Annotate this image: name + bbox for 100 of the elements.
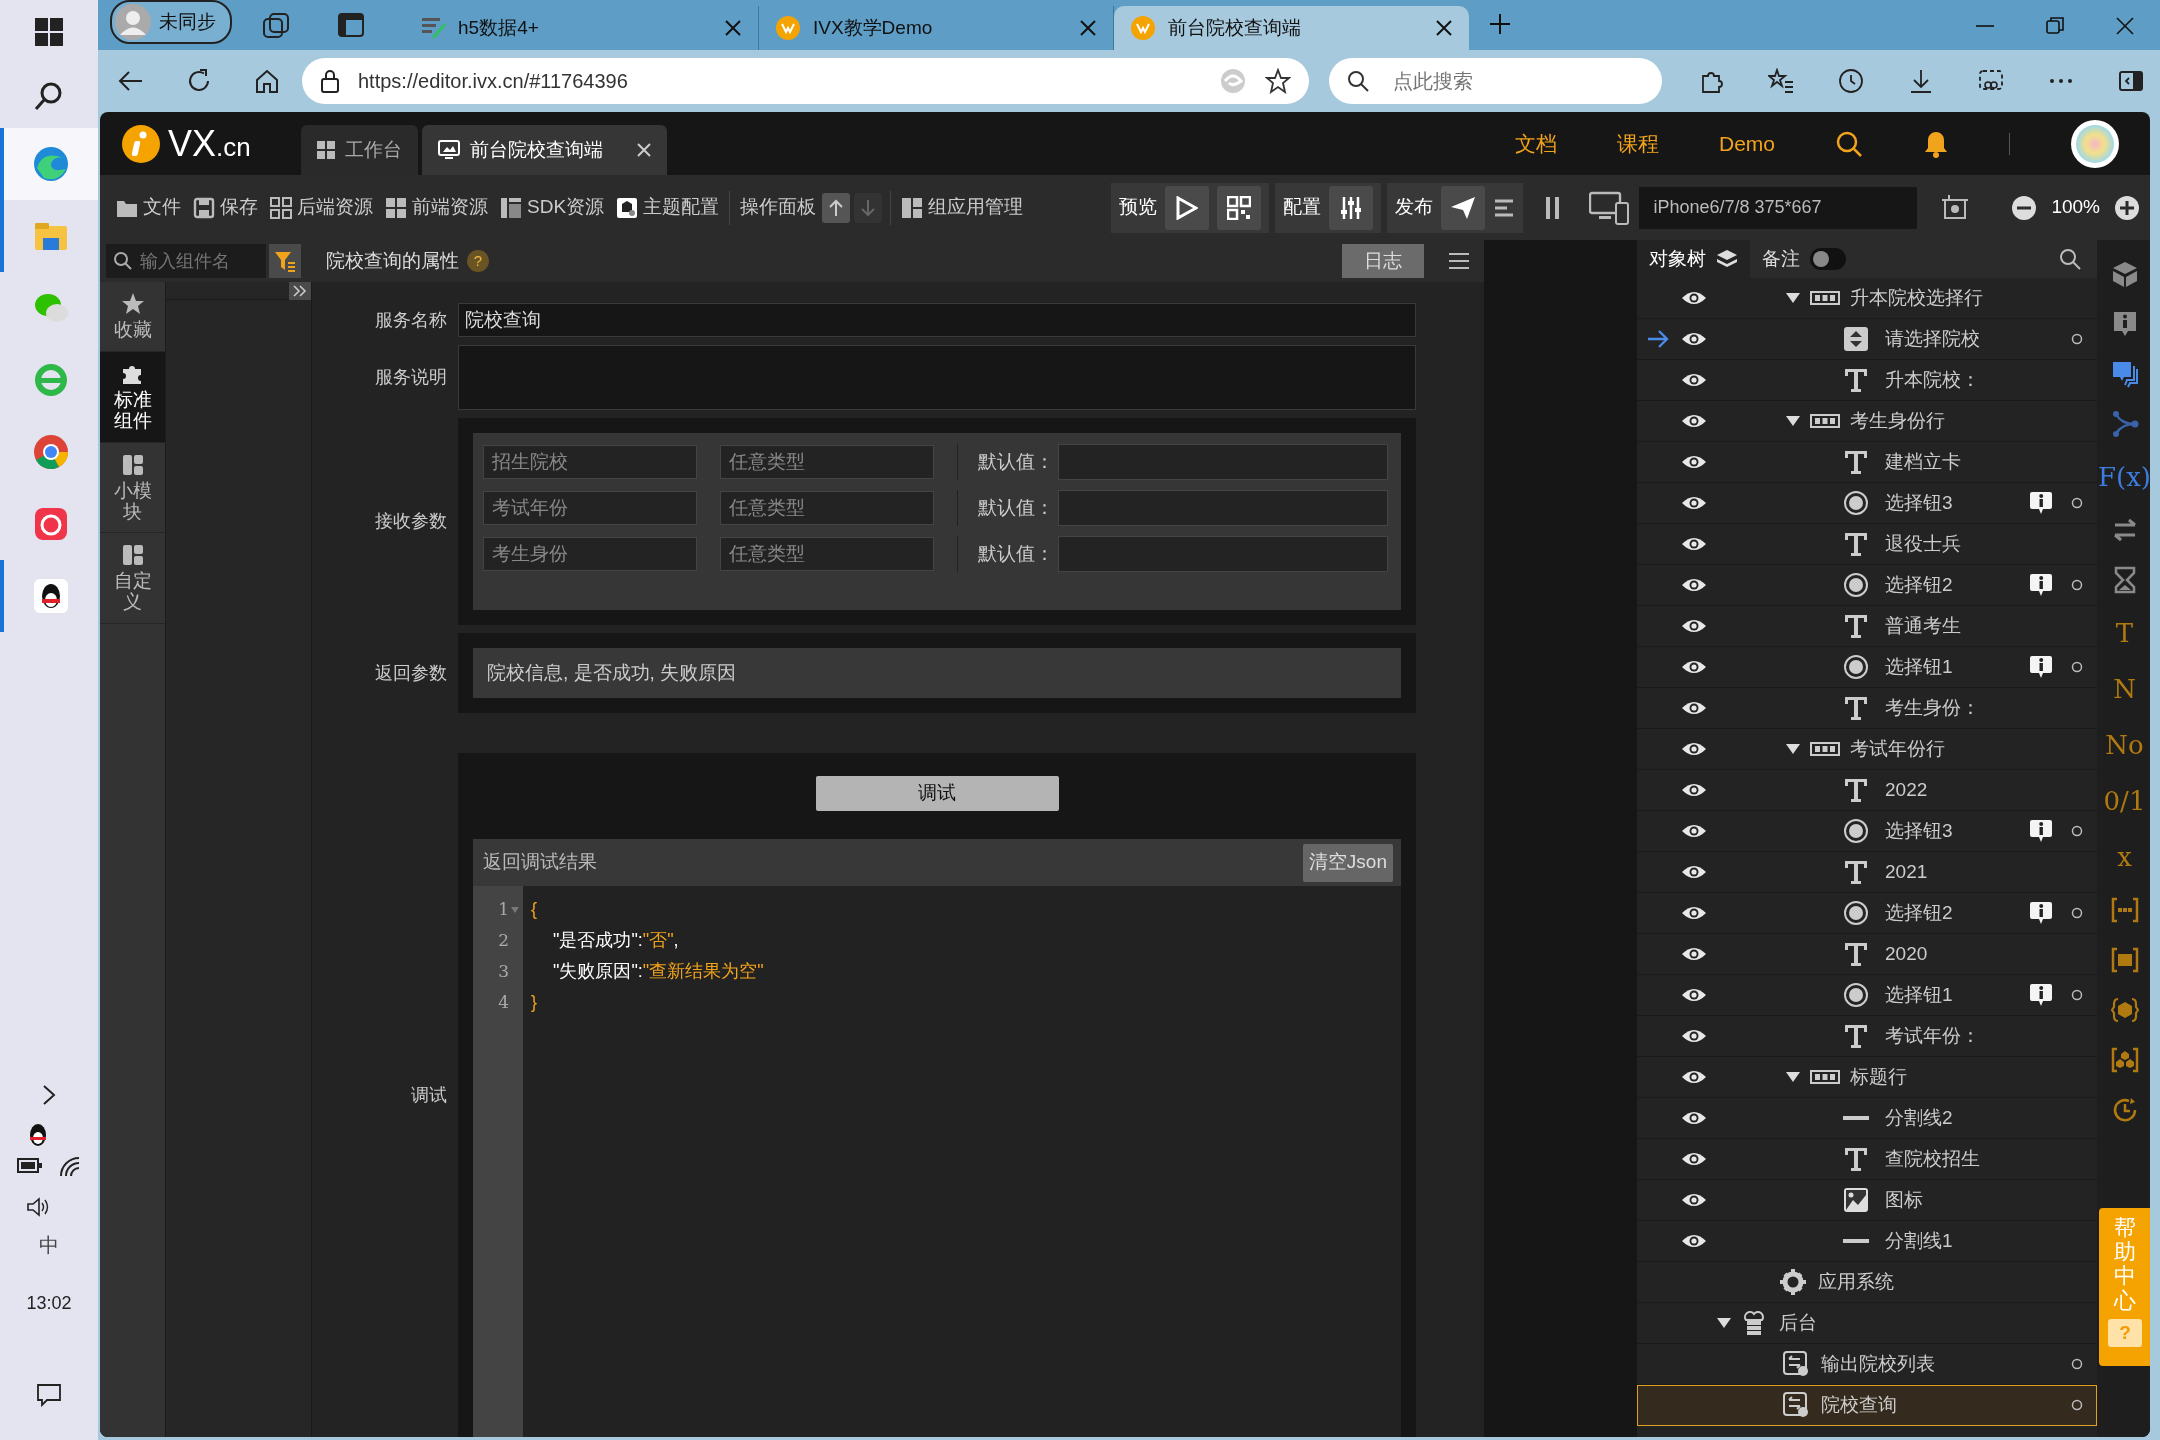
param-name-field[interactable]: 考试年份 bbox=[483, 491, 697, 525]
search-icon[interactable] bbox=[1835, 129, 1863, 158]
bell-icon[interactable] bbox=[1923, 129, 1949, 158]
restore-icon[interactable] bbox=[2045, 16, 2065, 36]
tree-row[interactable]: 考生身份行 bbox=[1637, 401, 2097, 442]
penguin-icon[interactable] bbox=[27, 1122, 49, 1148]
tree-row[interactable]: 建档立卡 bbox=[1637, 442, 2097, 483]
collections-icon[interactable] bbox=[262, 12, 290, 38]
eye-icon[interactable] bbox=[1681, 1028, 1707, 1044]
tree-row[interactable]: 2022 bbox=[1637, 770, 2097, 811]
play-button[interactable] bbox=[1165, 185, 1210, 230]
tree-row[interactable]: 考生身份： bbox=[1637, 688, 2097, 729]
notification-icon[interactable] bbox=[36, 1383, 62, 1407]
toolbar-button[interactable]: SDK资源 bbox=[494, 193, 611, 222]
tree-row[interactable]: 图标 bbox=[1637, 1180, 2097, 1221]
tree-row[interactable]: 考试年份： bbox=[1637, 1016, 2097, 1057]
status-ring-icon[interactable] bbox=[2071, 579, 2083, 591]
log-button[interactable]: 日志 bbox=[1342, 244, 1424, 278]
eye-icon[interactable] bbox=[1681, 454, 1707, 470]
eye-icon[interactable] bbox=[1681, 413, 1707, 429]
eye-icon[interactable] bbox=[1681, 987, 1707, 1003]
default-value-field[interactable] bbox=[1058, 490, 1388, 526]
return-params-field[interactable]: 院校信息, 是否成功, 失败原因 bbox=[473, 648, 1401, 698]
search-field[interactable]: 点此搜索 bbox=[1328, 58, 1662, 104]
status-ring-icon[interactable] bbox=[2071, 1399, 2083, 1411]
editor-tab[interactable]: 前台院校查询端 bbox=[421, 125, 667, 175]
tree-row[interactable]: 院校查询 bbox=[1637, 1385, 2097, 1426]
battery-icon[interactable] bbox=[17, 1156, 43, 1174]
eye-icon[interactable] bbox=[1681, 1110, 1707, 1126]
eye-icon[interactable] bbox=[1681, 290, 1707, 306]
zoom-in-icon[interactable] bbox=[2114, 194, 2140, 221]
info-icon[interactable] bbox=[2029, 819, 2053, 843]
tree-row[interactable]: 应用系统 bbox=[1637, 1262, 2097, 1303]
bracket-grid-icon[interactable] bbox=[2110, 946, 2139, 974]
info-icon[interactable] bbox=[2029, 983, 2053, 1007]
collapse-triangle-icon[interactable] bbox=[1786, 742, 1800, 756]
collapse-triangle-icon[interactable] bbox=[1786, 1070, 1800, 1084]
param-name-field[interactable]: 招生院校 bbox=[483, 445, 697, 479]
info-icon[interactable] bbox=[2029, 573, 2053, 597]
tree-row[interactable]: 后台 bbox=[1637, 1303, 2097, 1344]
tool-glyph[interactable]: N bbox=[2113, 672, 2136, 706]
tree-row[interactable]: 选择钮1 bbox=[1637, 647, 2097, 688]
eye-icon[interactable] bbox=[1681, 495, 1707, 511]
eye-icon[interactable] bbox=[1681, 823, 1707, 839]
device-icon[interactable] bbox=[1589, 190, 1630, 225]
sidebar-icon[interactable] bbox=[2118, 68, 2144, 94]
eye-icon[interactable] bbox=[1681, 618, 1707, 634]
tree-row[interactable]: 考试年份行 bbox=[1637, 729, 2097, 770]
toolbar-button[interactable]: 保存 bbox=[187, 193, 264, 222]
eye-icon[interactable] bbox=[1681, 946, 1707, 962]
tool-glyph[interactable]: T bbox=[2115, 616, 2134, 650]
eye-icon[interactable] bbox=[1681, 1151, 1707, 1167]
tab-actions-icon[interactable] bbox=[338, 13, 364, 37]
header-link[interactable]: 课程 bbox=[1616, 127, 1659, 160]
toolbar-button[interactable]: 后端资源 bbox=[264, 193, 379, 222]
notes-toggle[interactable] bbox=[1810, 248, 1846, 270]
status-ring-icon[interactable] bbox=[2071, 907, 2083, 919]
publish-button[interactable] bbox=[1441, 185, 1486, 230]
tree-row[interactable]: 查院校招生 bbox=[1637, 1139, 2097, 1180]
clear-json-button[interactable]: 清空Json bbox=[1302, 843, 1393, 882]
tree-row[interactable]: 标题行 bbox=[1637, 1057, 2097, 1098]
move-up-button[interactable] bbox=[822, 192, 851, 223]
eye-icon[interactable] bbox=[1681, 331, 1707, 347]
eye-icon[interactable] bbox=[1681, 372, 1707, 388]
tree-row[interactable]: 分割线2 bbox=[1637, 1098, 2097, 1139]
speaker-icon[interactable] bbox=[26, 1197, 50, 1217]
tree-row[interactable]: 选择钮3 bbox=[1637, 811, 2097, 852]
info-icon[interactable] bbox=[2029, 901, 2053, 925]
status-ring-icon[interactable] bbox=[2071, 825, 2083, 837]
close-icon[interactable] bbox=[1079, 19, 1097, 37]
qr-code-button[interactable] bbox=[1217, 185, 1262, 230]
tree-row[interactable]: 选择钮1 bbox=[1637, 975, 2097, 1016]
zoom-out-icon[interactable] bbox=[2011, 194, 2038, 221]
close-icon[interactable] bbox=[2115, 16, 2135, 36]
search-input[interactable]: 输入组件名 bbox=[138, 246, 258, 276]
bracket-dots-icon[interactable] bbox=[2110, 896, 2139, 924]
tree-row[interactable]: 请选择院校 bbox=[1637, 319, 2097, 360]
param-type-field[interactable]: 任意类型 bbox=[720, 537, 934, 571]
favorite-star-icon[interactable] bbox=[1264, 68, 1291, 94]
expand-button[interactable] bbox=[289, 282, 311, 300]
tool-glyph[interactable]: No bbox=[2105, 728, 2144, 762]
param-type-field[interactable]: 任意类型 bbox=[720, 491, 934, 525]
tree-row[interactable]: 退役士兵 bbox=[1637, 524, 2097, 565]
toolbar-button[interactable]: 前端资源 bbox=[379, 193, 494, 222]
config-button[interactable] bbox=[1329, 185, 1374, 230]
menu-icon[interactable] bbox=[1448, 252, 1470, 270]
tool-glyph[interactable]: x bbox=[2117, 840, 2132, 874]
status-ring-icon[interactable] bbox=[2071, 989, 2083, 1001]
tree-tab[interactable]: 对象树 bbox=[1637, 240, 1750, 278]
device-select[interactable]: iPhone6/7/8 375*667 bbox=[1639, 186, 1918, 229]
eye-icon[interactable] bbox=[1681, 782, 1707, 798]
eye-icon[interactable] bbox=[1681, 536, 1707, 552]
tool-glyph[interactable]: F(x) bbox=[2098, 460, 2150, 494]
windows-logo-icon[interactable] bbox=[35, 18, 63, 46]
description-field[interactable] bbox=[458, 345, 1416, 410]
branch-icon[interactable] bbox=[2110, 410, 2139, 438]
eye-icon[interactable] bbox=[1681, 577, 1707, 593]
help-icon[interactable]: ? bbox=[467, 250, 489, 272]
download-icon[interactable] bbox=[1908, 68, 1934, 94]
close-icon[interactable] bbox=[724, 19, 742, 37]
